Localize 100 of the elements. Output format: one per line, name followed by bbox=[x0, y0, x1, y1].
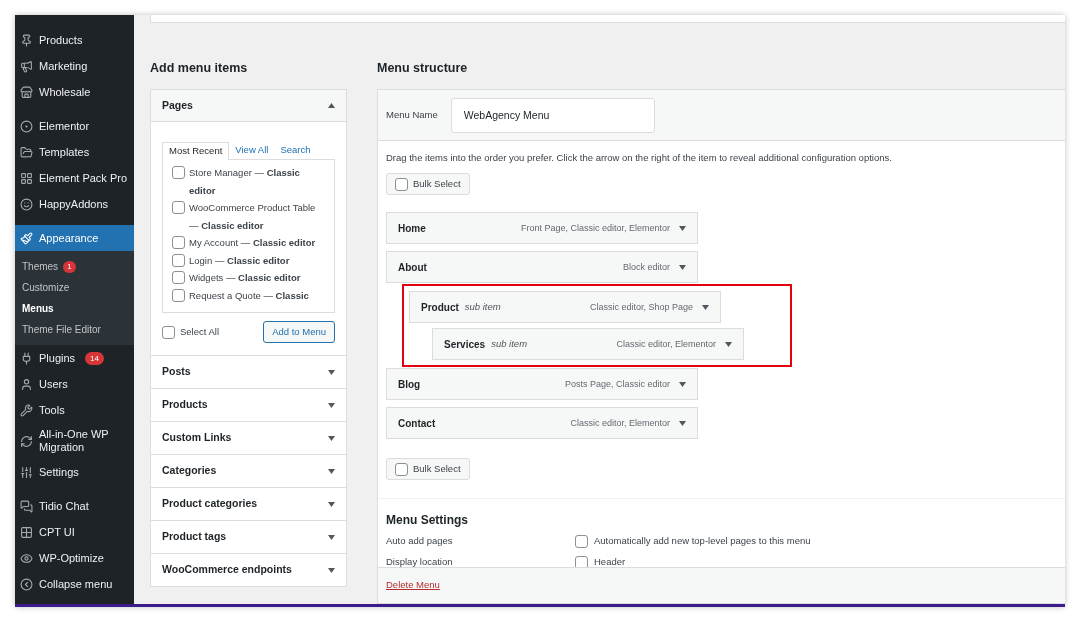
sidebar-item[interactable]: Templates bbox=[15, 139, 134, 165]
submenu-item[interactable]: Theme File Editor bbox=[15, 322, 134, 337]
caret-icon[interactable] bbox=[328, 501, 335, 507]
menu-item-title: Home bbox=[398, 221, 426, 236]
sidebar-item[interactable]: Marketing bbox=[15, 53, 134, 79]
sidebar-item[interactable]: Elementor bbox=[15, 113, 134, 139]
menu-item-type: Classic editor, Elementor bbox=[616, 337, 716, 351]
sidebar-item[interactable]: Products bbox=[15, 27, 134, 53]
checkbox[interactable] bbox=[172, 253, 185, 267]
setting-option: Header bbox=[594, 555, 626, 567]
menu-item-title: Services bbox=[444, 337, 486, 352]
sidebar-item[interactable]: Plugins 14 bbox=[15, 345, 134, 371]
circle-icon bbox=[20, 119, 33, 133]
user-icon bbox=[20, 377, 33, 391]
caret-icon[interactable] bbox=[679, 225, 686, 231]
megaphone-icon bbox=[20, 59, 33, 73]
checkbox[interactable] bbox=[172, 201, 185, 214]
bulk-select-button[interactable]: Bulk Select bbox=[386, 458, 470, 481]
checkbox[interactable] bbox=[172, 288, 185, 302]
menu-item-bar[interactable]: Services sub item Classic editor, Elementor bbox=[432, 328, 744, 361]
add-to-menu-button[interactable]: Add to Menu bbox=[263, 321, 335, 343]
section-heading: Menu structure bbox=[377, 60, 469, 77]
sidebar-item[interactable]: Tools bbox=[15, 397, 134, 423]
grid-icon bbox=[20, 525, 33, 539]
sidebar-item[interactable]: HappyAddons bbox=[15, 191, 134, 217]
caret-icon[interactable] bbox=[328, 369, 335, 375]
collapse-icon bbox=[20, 577, 33, 591]
checkbox[interactable] bbox=[395, 177, 408, 191]
page-label: Request a Quote — Classic bbox=[189, 288, 309, 303]
refresh-icon bbox=[20, 434, 33, 448]
menu-item-title: Contact bbox=[398, 416, 436, 431]
tab[interactable]: View All bbox=[229, 141, 275, 159]
menu-item-bar[interactable]: Blog Posts Page, Classic editor bbox=[386, 368, 698, 401]
menu-item-title: About bbox=[398, 260, 427, 275]
sidebar-item[interactable]: Element Pack Pro bbox=[15, 165, 134, 191]
checkbox[interactable] bbox=[172, 271, 185, 284]
menu-item-title: Product bbox=[421, 300, 459, 315]
setting-label: Auto add pages bbox=[386, 534, 454, 549]
count-badge: 1 bbox=[63, 260, 76, 273]
sidebar-item[interactable]: Appearance bbox=[15, 225, 134, 251]
sidebar-item[interactable]: Users bbox=[15, 371, 134, 397]
sidebar-item[interactable]: Wholesale bbox=[15, 79, 134, 105]
submenu-item[interactable]: Menus bbox=[15, 301, 134, 316]
menu-item-bar[interactable]: Product sub item Classic editor, Shop Page bbox=[409, 291, 721, 324]
checkbox[interactable] bbox=[172, 166, 185, 179]
sidebar-item[interactable]: WP-Optimize bbox=[15, 545, 134, 571]
grid-icon bbox=[20, 171, 33, 185]
count-badge: 14 bbox=[85, 351, 104, 365]
sidebar-item[interactable]: All-in-One WP Migration bbox=[15, 423, 134, 459]
menu-item-type: Classic editor, Elementor bbox=[570, 416, 670, 430]
pin-icon bbox=[20, 33, 33, 47]
caret-icon[interactable] bbox=[702, 304, 709, 310]
checkbox[interactable] bbox=[575, 555, 588, 567]
field-label: Menu Name bbox=[386, 107, 438, 122]
checkbox[interactable] bbox=[575, 534, 588, 548]
tab[interactable]: Search bbox=[274, 141, 317, 159]
caret-icon[interactable] bbox=[679, 264, 686, 270]
folder-icon bbox=[20, 145, 33, 159]
menu-item-type: Block editor bbox=[622, 260, 670, 274]
caret-icon[interactable] bbox=[328, 468, 335, 474]
page-label: Store Manager — Classic editor bbox=[189, 166, 301, 198]
page-label: My Account — Classic editor bbox=[189, 236, 316, 250]
submenu-item[interactable]: Themes 1 bbox=[15, 259, 134, 274]
menu-name-field[interactable]: WebAgency Menu bbox=[450, 97, 655, 133]
smiley-icon bbox=[20, 197, 33, 211]
caret-icon[interactable] bbox=[328, 567, 335, 573]
setting-label: Display location bbox=[386, 555, 454, 567]
caret-icon[interactable] bbox=[328, 103, 335, 108]
caret-icon[interactable] bbox=[725, 341, 732, 347]
sidebar-item[interactable]: Tidio Chat bbox=[15, 493, 134, 519]
caret-icon[interactable] bbox=[679, 381, 686, 387]
brush-icon bbox=[20, 231, 33, 245]
bulk-select-button[interactable]: Bulk Select bbox=[386, 173, 470, 196]
select-all-label: Select All bbox=[180, 324, 220, 339]
sidebar-item[interactable]: CPT UI bbox=[15, 519, 134, 545]
submenu-item[interactable]: Customize bbox=[15, 280, 134, 295]
caret-icon[interactable] bbox=[679, 420, 686, 426]
setting-option: Automatically add new top-level pages to this menu bbox=[594, 534, 811, 549]
caret-icon[interactable] bbox=[328, 534, 335, 540]
menu-item-type: Front Page, Classic editor, Elementor bbox=[520, 221, 670, 235]
accordion-header[interactable]: Pages bbox=[151, 90, 346, 122]
sub-item-label: sub item bbox=[464, 300, 501, 315]
menu-item-bar[interactable]: Home Front Page, Classic editor, Elementor bbox=[386, 212, 698, 245]
menu-item-bar[interactable]: Contact Classic editor, Elementor bbox=[386, 407, 698, 440]
page-label: Widgets — Classic editor bbox=[189, 271, 301, 285]
sliders-icon bbox=[20, 465, 33, 479]
tab[interactable]: Most Recent bbox=[162, 142, 230, 160]
sidebar-item[interactable]: Settings bbox=[15, 459, 134, 485]
checkbox[interactable] bbox=[172, 236, 185, 249]
delete-menu-link[interactable]: Delete Menu bbox=[386, 578, 440, 593]
menu-item-type: Classic editor, Shop Page bbox=[589, 300, 693, 314]
caret-icon[interactable] bbox=[328, 402, 335, 408]
checkbox[interactable] bbox=[395, 462, 408, 476]
sidebar-item[interactable]: Collapse menu bbox=[15, 571, 134, 597]
page-label: Login — Classic editor bbox=[189, 253, 290, 268]
checkbox[interactable] bbox=[162, 325, 175, 339]
menu-item-bar[interactable]: About Block editor bbox=[386, 251, 698, 284]
caret-icon[interactable] bbox=[328, 435, 335, 441]
section-heading: Add menu items bbox=[150, 60, 249, 77]
settings-heading: Menu Settings bbox=[386, 512, 469, 530]
